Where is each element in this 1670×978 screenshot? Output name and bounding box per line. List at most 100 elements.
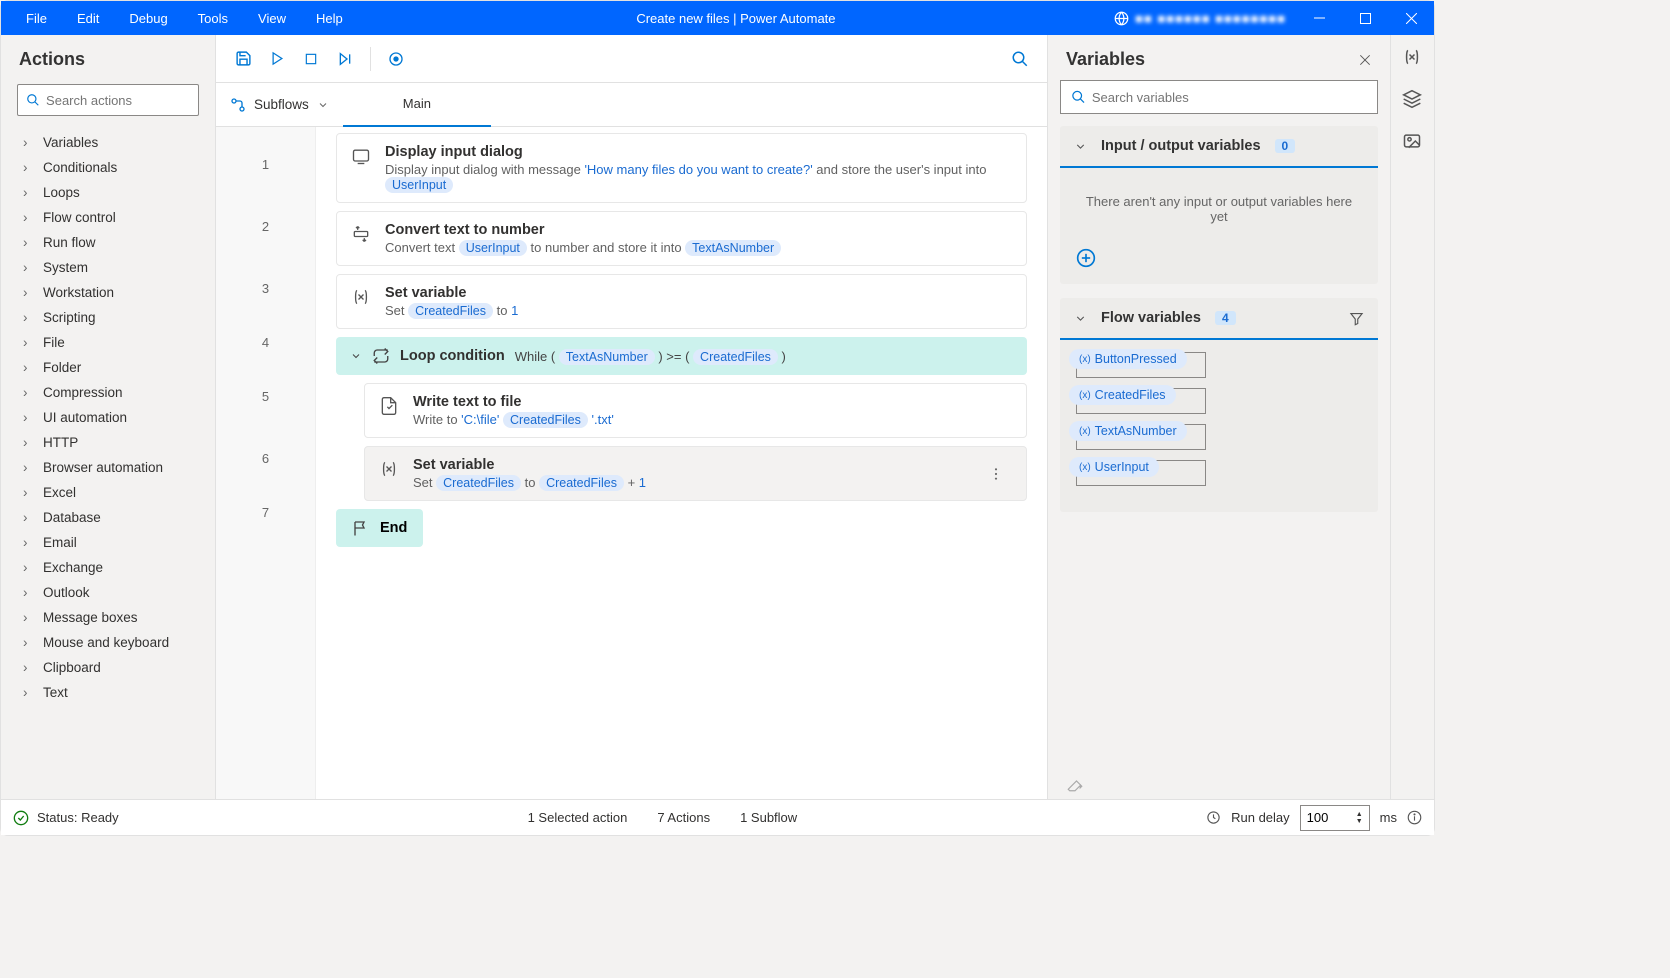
- action-category[interactable]: ›Excel: [5, 480, 211, 505]
- action-category[interactable]: ›Folder: [5, 355, 211, 380]
- step-desc: Set CreatedFiles to CreatedFiles + 1: [413, 475, 974, 490]
- subflow-icon: [230, 97, 246, 113]
- flow-variable[interactable]: (x) ButtonPressed: [1076, 352, 1362, 378]
- action-category[interactable]: ›Flow control: [5, 205, 211, 230]
- action-category[interactable]: ›UI automation: [5, 405, 211, 430]
- status-selected: 1 Selected action: [528, 810, 628, 825]
- io-empty-text: There aren't any input or output variabl…: [1076, 180, 1362, 238]
- flow-variable[interactable]: (x) CreatedFiles: [1076, 388, 1362, 414]
- actions-search-input[interactable]: [46, 93, 190, 108]
- flow-variables-section: Flow variables 4 (x) ButtonPressed (x) Cr…: [1060, 298, 1378, 512]
- action-category[interactable]: ›HTTP: [5, 430, 211, 455]
- stop-button[interactable]: [294, 42, 328, 76]
- status-subflows: 1 Subflow: [740, 810, 797, 825]
- rail-layers-icon[interactable]: [1402, 89, 1424, 111]
- eraser-icon: [1066, 775, 1084, 793]
- step-button[interactable]: [328, 42, 362, 76]
- chevron-down-icon: [1074, 140, 1087, 153]
- actions-panel: Actions ›Variables›Conditionals›Loops›Fl…: [1, 35, 216, 799]
- action-category[interactable]: ›Workstation: [5, 280, 211, 305]
- minimize-button[interactable]: [1296, 1, 1342, 35]
- step-end[interactable]: End: [336, 509, 423, 547]
- menu-tools[interactable]: Tools: [183, 11, 243, 26]
- info-icon[interactable]: [1407, 810, 1422, 825]
- action-category[interactable]: ›Text: [5, 680, 211, 705]
- step-write-file[interactable]: Write text to file Write to 'C:\file' Cr…: [364, 383, 1027, 438]
- menu-debug[interactable]: Debug: [114, 11, 182, 26]
- line-gutter: 1 2 3 4 5 6 7: [216, 127, 316, 799]
- flow-variables-header[interactable]: Flow variables 4: [1060, 298, 1378, 340]
- variables-search-input[interactable]: [1092, 90, 1367, 105]
- loop-icon: [372, 347, 390, 365]
- menu-edit[interactable]: Edit: [62, 11, 114, 26]
- subflows-dropdown[interactable]: Subflows: [216, 97, 343, 113]
- convert-icon: [351, 224, 371, 244]
- delay-input[interactable]: ▲▼: [1300, 805, 1370, 831]
- search-icon: [1071, 89, 1086, 105]
- write-file-icon: [379, 396, 399, 416]
- flow-variable[interactable]: (x) UserInput: [1076, 460, 1362, 486]
- step-set-variable-1[interactable]: Set variable Set CreatedFiles to 1: [336, 274, 1027, 329]
- delay-value[interactable]: [1307, 810, 1347, 825]
- action-category[interactable]: ›Email: [5, 530, 211, 555]
- run-button[interactable]: [260, 42, 294, 76]
- action-category[interactable]: ›Conditionals: [5, 155, 211, 180]
- step-set-variable-2[interactable]: Set variable Set CreatedFiles to Created…: [364, 446, 1027, 501]
- line-number: 2: [216, 195, 315, 257]
- action-category[interactable]: ›Run flow: [5, 230, 211, 255]
- variables-search[interactable]: [1060, 80, 1378, 114]
- line-number: 7: [216, 489, 315, 535]
- search-flow-button[interactable]: [1003, 42, 1037, 76]
- actions-header: Actions: [1, 35, 215, 78]
- action-category[interactable]: ›Browser automation: [5, 455, 211, 480]
- action-category[interactable]: ›Message boxes: [5, 605, 211, 630]
- actions-search[interactable]: [17, 84, 199, 116]
- action-category[interactable]: ›Loops: [5, 180, 211, 205]
- filter-icon[interactable]: [1349, 311, 1364, 326]
- step-display-dialog[interactable]: Display input dialog Display input dialo…: [336, 133, 1027, 203]
- maximize-button[interactable]: [1342, 1, 1388, 35]
- flow-variable[interactable]: (x) TextAsNumber: [1076, 424, 1362, 450]
- step-convert-number[interactable]: Convert text to number Convert text User…: [336, 211, 1027, 266]
- action-category[interactable]: ›Mouse and keyboard: [5, 630, 211, 655]
- menu-file[interactable]: File: [11, 11, 62, 26]
- actions-category-list[interactable]: ›Variables›Conditionals›Loops›Flow contr…: [1, 124, 215, 799]
- step-more-menu[interactable]: [988, 466, 1012, 482]
- environment-tag[interactable]: ■■ ■■■■■■ ■■■■■■■■: [1114, 11, 1296, 26]
- rail-variables-icon[interactable]: [1402, 47, 1424, 69]
- step-title: Set variable: [413, 457, 974, 473]
- line-number: 5: [216, 365, 315, 427]
- step-desc: While ( TextAsNumber ) >= ( CreatedFiles…: [515, 349, 786, 364]
- action-category[interactable]: ›Compression: [5, 380, 211, 405]
- menubar: File Edit Debug Tools View Help: [1, 11, 358, 26]
- action-category[interactable]: ›System: [5, 255, 211, 280]
- io-variables-header[interactable]: Input / output variables 0: [1060, 126, 1378, 168]
- search-icon: [26, 92, 40, 108]
- save-button[interactable]: [226, 42, 260, 76]
- subflow-bar: Subflows Main: [216, 83, 1047, 127]
- action-category[interactable]: ›Outlook: [5, 580, 211, 605]
- step-loop-condition[interactable]: Loop condition While ( TextAsNumber ) >=…: [336, 337, 1027, 375]
- action-category[interactable]: ›Scripting: [5, 305, 211, 330]
- dialog-icon: [351, 146, 371, 166]
- eraser-button[interactable]: [1060, 769, 1378, 799]
- step-desc: Display input dialog with message 'How m…: [385, 162, 1012, 192]
- variable-icon: [379, 459, 399, 479]
- tab-main[interactable]: Main: [343, 83, 491, 127]
- record-button[interactable]: [379, 42, 413, 76]
- status-actions: 7 Actions: [657, 810, 710, 825]
- action-category[interactable]: ›Exchange: [5, 555, 211, 580]
- action-category[interactable]: ›File: [5, 330, 211, 355]
- section-title: Flow variables: [1101, 310, 1201, 326]
- menu-help[interactable]: Help: [301, 11, 358, 26]
- close-button[interactable]: [1388, 1, 1434, 35]
- action-category[interactable]: ›Clipboard: [5, 655, 211, 680]
- rail-images-icon[interactable]: [1402, 131, 1424, 153]
- action-category[interactable]: ›Variables: [5, 130, 211, 155]
- menu-view[interactable]: View: [243, 11, 301, 26]
- close-panel-icon[interactable]: [1358, 53, 1372, 67]
- line-number: 6: [216, 427, 315, 489]
- add-io-variable[interactable]: [1076, 238, 1362, 268]
- action-category[interactable]: ›Database: [5, 505, 211, 530]
- io-count: 0: [1275, 139, 1296, 153]
